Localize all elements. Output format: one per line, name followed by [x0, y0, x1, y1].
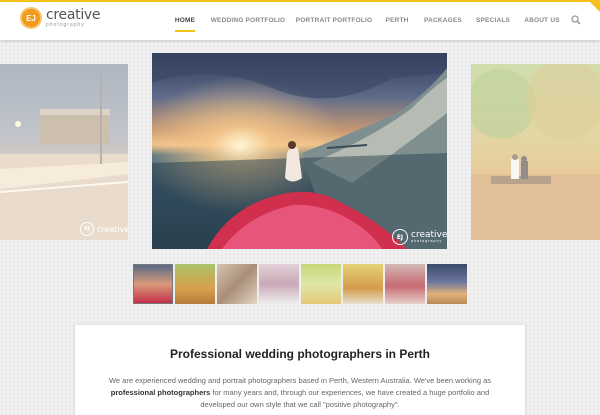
thumbnail[interactable] [343, 264, 383, 304]
slide-current-watermark: EJ creative photography [392, 229, 447, 245]
thumbnail[interactable] [133, 264, 173, 304]
intro-line-2: for many years and, through our experien… [210, 388, 490, 397]
nav-item-wedding-portfolio[interactable]: WEDDING PORTFOLIO [205, 0, 291, 40]
logo-mark: EJ [20, 7, 42, 29]
slide-prev[interactable]: EJ creative [0, 64, 128, 240]
thumbnail[interactable] [259, 264, 299, 304]
intro-card: Professional wedding photographers in Pe… [75, 325, 525, 415]
nav-item-packages[interactable]: PACKAGES [417, 0, 469, 40]
slide-current[interactable]: EJ creative photography [152, 53, 447, 249]
intro-bold-phrase: professional photographers [110, 388, 211, 397]
nav-item-perth[interactable]: PERTH [377, 0, 417, 40]
nav-item-portrait-portfolio[interactable]: PORTRAIT PORTFOLIO [291, 0, 377, 40]
nav-item-specials[interactable]: SPECIALS [469, 0, 517, 40]
thumbnail[interactable] [175, 264, 215, 304]
slide-prev-watermark: EJ creative [80, 222, 128, 236]
watermark-mark: EJ [392, 229, 408, 245]
slide-next[interactable] [471, 64, 600, 240]
slider-thumbnails [133, 264, 467, 304]
logo-name: creative [46, 7, 101, 23]
slide-veil [471, 64, 600, 240]
logo[interactable]: EJ creative photography [20, 7, 101, 29]
intro-line-3: developed our own style that we call "po… [200, 400, 400, 409]
watermark-mark: EJ [80, 222, 94, 236]
watermark-name: creative [97, 224, 128, 234]
main-nav: HOME WEDDING PORTFOLIO PORTRAIT PORTFOLI… [165, 0, 567, 40]
intro-line-1: We are experienced wedding and portrait … [108, 376, 492, 385]
corner-accent [588, 0, 600, 12]
intro-text: We are experienced wedding and portrait … [97, 375, 503, 411]
nav-item-home[interactable]: HOME [165, 0, 205, 40]
watermark-sub: photography [411, 238, 443, 243]
slide-veil [0, 64, 128, 240]
thumbnail[interactable] [385, 264, 425, 304]
thumbnail[interactable] [301, 264, 341, 304]
thumbnail[interactable] [217, 264, 257, 304]
thumbnail[interactable] [427, 264, 467, 304]
logo-tagline: photography [46, 22, 85, 28]
page-title: Professional wedding photographers in Pe… [169, 347, 431, 361]
nav-item-about-us[interactable]: ABOUT US [517, 0, 567, 40]
slide-current-scene [152, 53, 447, 249]
site-header: EJ creative photography HOME WEDDING POR… [0, 0, 600, 40]
search-icon[interactable] [571, 15, 581, 25]
